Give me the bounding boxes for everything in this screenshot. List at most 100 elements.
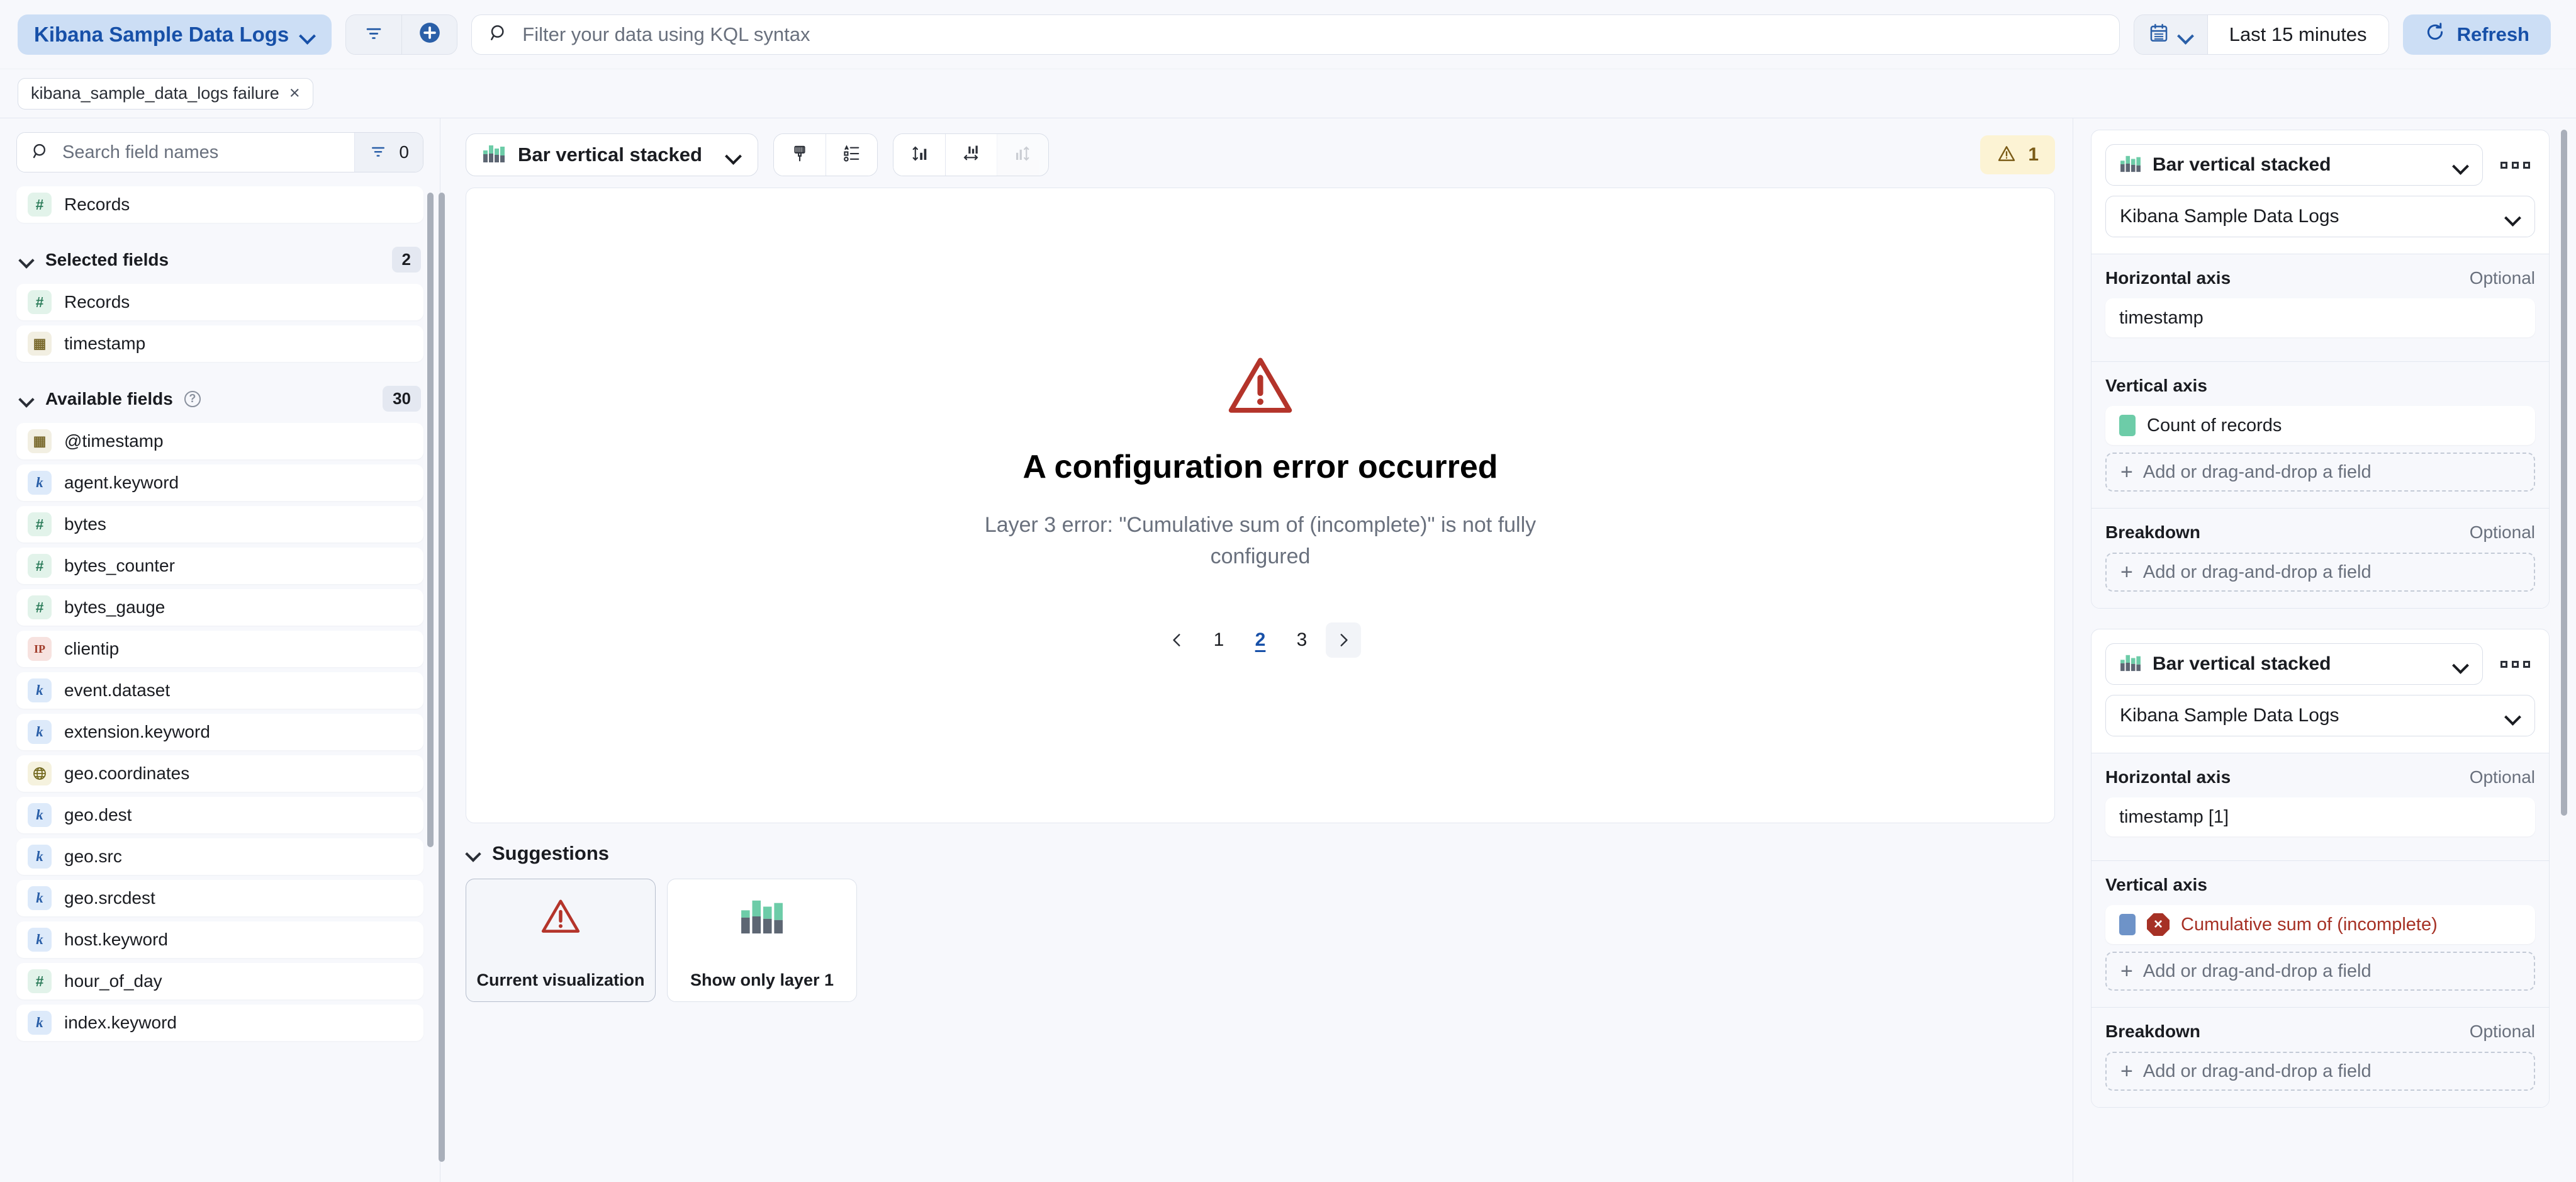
more-options-icon[interactable] bbox=[2495, 660, 2535, 668]
field-item-host-keyword[interactable]: k host.keyword bbox=[16, 921, 423, 958]
more-options-icon[interactable] bbox=[2495, 161, 2535, 169]
bar-vertical-stacked-icon bbox=[483, 144, 505, 167]
dimension-horizontal-axis-2: Horizontal axis Optional timestamp [1] bbox=[2092, 753, 2549, 860]
field-group-selected-header[interactable]: Selected fields 2 bbox=[16, 228, 423, 284]
field-search-row: Search field names 0 bbox=[0, 118, 440, 180]
field-item-label: event.dataset bbox=[64, 680, 171, 700]
layer-datasource-select-2[interactable]: Kibana Sample Data Logs bbox=[2105, 695, 2535, 736]
add-dimension-breakdown-2[interactable]: + Add or drag-and-drop a field bbox=[2105, 1052, 2535, 1091]
error-triangle-icon bbox=[540, 897, 581, 938]
suggestion-current-visualization[interactable]: Current visualization bbox=[466, 879, 656, 1002]
field-item-bytes-gauge[interactable]: # bytes_gauge bbox=[16, 589, 423, 626]
field-filter-button[interactable]: 0 bbox=[354, 133, 423, 172]
search-icon bbox=[488, 23, 508, 46]
warning-badge[interactable]: 1 bbox=[1980, 135, 2055, 174]
dimension-title: Breakdown bbox=[2105, 522, 2200, 542]
field-item-clientip[interactable]: IP clientip bbox=[16, 631, 423, 667]
field-item-records[interactable]: # Records bbox=[16, 186, 423, 223]
field-group-title: Selected fields bbox=[45, 249, 169, 269]
field-item-label: bytes_gauge bbox=[64, 597, 165, 617]
field-list-scrollbar[interactable] bbox=[427, 193, 434, 847]
left-axis-button[interactable] bbox=[893, 134, 945, 176]
bottom-axis-button[interactable] bbox=[944, 134, 997, 176]
pagination-prev-button[interactable] bbox=[1160, 622, 1195, 658]
field-item-label: geo.srcdest bbox=[64, 888, 155, 908]
config-panel-scrollbar[interactable] bbox=[2561, 130, 2567, 816]
filter-options-button[interactable] bbox=[346, 14, 402, 54]
sidebar-resize-handle[interactable] bbox=[439, 193, 445, 1162]
dimension-horizontal-axis-1: Horizontal axis Optional timestamp bbox=[2092, 254, 2549, 361]
field-item-geo-srcdest[interactable]: k geo.srcdest bbox=[16, 880, 423, 916]
field-type-date-icon: ▦ bbox=[28, 332, 52, 356]
field-group-count: 30 bbox=[383, 386, 421, 412]
visualization-panel: A configuration error occurred Layer 3 e… bbox=[466, 188, 2055, 823]
pagination-page-2[interactable]: 2 bbox=[1243, 622, 1278, 658]
field-item-bytes-counter[interactable]: # bytes_counter bbox=[16, 548, 423, 584]
layer-chart-type-label: Bar vertical stacked bbox=[2153, 653, 2331, 674]
add-dimension-label: Add or drag-and-drop a field bbox=[2142, 561, 2372, 582]
chart-type-switcher[interactable]: Bar vertical stacked bbox=[466, 133, 758, 176]
time-quick-menu-button[interactable] bbox=[2134, 14, 2208, 54]
vertical-axis-icon bbox=[910, 144, 929, 166]
kql-search-input[interactable]: Filter your data using KQL syntax bbox=[471, 14, 2120, 55]
dimension-chip-cumulative-sum[interactable]: × Cumulative sum of (incomplete) bbox=[2105, 905, 2535, 944]
plus-icon: + bbox=[2120, 1059, 2133, 1083]
close-icon[interactable]: × bbox=[289, 84, 300, 103]
field-item-records-selected[interactable]: # Records bbox=[16, 284, 423, 320]
dimension-chip-count-of-records[interactable]: Count of records bbox=[2105, 406, 2535, 445]
field-type-number-icon: # bbox=[28, 512, 52, 536]
dimension-chip-timestamp-1[interactable]: timestamp [1] bbox=[2105, 797, 2535, 836]
suggestion-show-only-layer-1[interactable]: Show only layer 1 bbox=[667, 879, 857, 1002]
time-range-value[interactable]: Last 15 minutes bbox=[2207, 14, 2388, 54]
field-item-hour-of-day[interactable]: # hour_of_day bbox=[16, 963, 423, 999]
dimension-chip-timestamp[interactable]: timestamp bbox=[2105, 298, 2535, 337]
layer-chart-type-select-2[interactable]: Bar vertical stacked bbox=[2105, 643, 2483, 685]
legend-options-button[interactable] bbox=[825, 134, 877, 176]
field-item-label: geo.src bbox=[64, 847, 122, 866]
field-item-timestamp-selected[interactable]: ▦ timestamp bbox=[16, 325, 423, 362]
refresh-icon bbox=[2424, 21, 2446, 48]
field-item-index-keyword[interactable]: k index.keyword bbox=[16, 1005, 423, 1041]
refresh-button[interactable]: Refresh bbox=[2402, 14, 2551, 55]
add-dimension-vertical-axis-1[interactable]: + Add or drag-and-drop a field bbox=[2105, 453, 2535, 492]
layer-datasource-select-1[interactable]: Kibana Sample Data Logs bbox=[2105, 196, 2535, 237]
field-group-available-header[interactable]: Available fields ? 30 bbox=[16, 367, 423, 423]
add-dimension-label: Add or drag-and-drop a field bbox=[2142, 461, 2372, 482]
series-color-swatch bbox=[2119, 415, 2136, 436]
field-item-label: bytes_counter bbox=[64, 556, 175, 575]
layer-chart-type-select-1[interactable]: Bar vertical stacked bbox=[2105, 144, 2483, 186]
add-filter-button[interactable] bbox=[401, 14, 457, 54]
field-item-agent-keyword[interactable]: k agent.keyword bbox=[16, 464, 423, 501]
field-item-at-timestamp[interactable]: ▦ @timestamp bbox=[16, 423, 423, 459]
chevron-down-icon bbox=[2178, 30, 2193, 39]
filter-pill[interactable]: kibana_sample_data_logs failure × bbox=[18, 77, 313, 110]
refresh-label: Refresh bbox=[2456, 23, 2529, 45]
chart-type-label: Bar vertical stacked bbox=[518, 144, 702, 166]
chevron-down-icon bbox=[19, 391, 34, 407]
appearance-brush-button[interactable] bbox=[773, 134, 826, 176]
field-item-geo-coordinates[interactable]: geo.coordinates bbox=[16, 755, 423, 792]
plus-icon: + bbox=[2120, 560, 2133, 584]
field-item-geo-src[interactable]: k geo.src bbox=[16, 838, 423, 875]
field-item-event-dataset[interactable]: k event.dataset bbox=[16, 672, 423, 709]
datasource-picker-button[interactable]: Kibana Sample Data Logs bbox=[18, 14, 332, 55]
suggestions-header[interactable]: Suggestions bbox=[466, 842, 2055, 865]
help-icon[interactable]: ? bbox=[184, 390, 201, 407]
pagination-page-3[interactable]: 3 bbox=[1284, 622, 1319, 658]
field-item-geo-dest[interactable]: k geo.dest bbox=[16, 797, 423, 833]
field-item-extension-keyword[interactable]: k extension.keyword bbox=[16, 714, 423, 750]
dimension-vertical-axis-1: Vertical axis Count of records + Add or … bbox=[2092, 361, 2549, 508]
suggestions-title: Suggestions bbox=[492, 842, 610, 864]
field-type-number-icon: # bbox=[28, 193, 52, 217]
field-item-bytes[interactable]: # bytes bbox=[16, 506, 423, 543]
pagination-page-1[interactable]: 1 bbox=[1201, 622, 1236, 658]
calendar-icon bbox=[2148, 22, 2170, 47]
horizontal-axis-icon bbox=[961, 144, 980, 166]
field-search-input[interactable]: Search field names bbox=[17, 133, 355, 172]
add-dimension-breakdown-1[interactable]: + Add or drag-and-drop a field bbox=[2105, 553, 2535, 592]
pagination-next-button[interactable] bbox=[1326, 622, 1361, 658]
dimension-title: Breakdown bbox=[2105, 1022, 2200, 1041]
dimension-title: Vertical axis bbox=[2105, 376, 2207, 395]
chevron-down-icon bbox=[466, 846, 481, 861]
add-dimension-vertical-axis-2[interactable]: + Add or drag-and-drop a field bbox=[2105, 952, 2535, 991]
